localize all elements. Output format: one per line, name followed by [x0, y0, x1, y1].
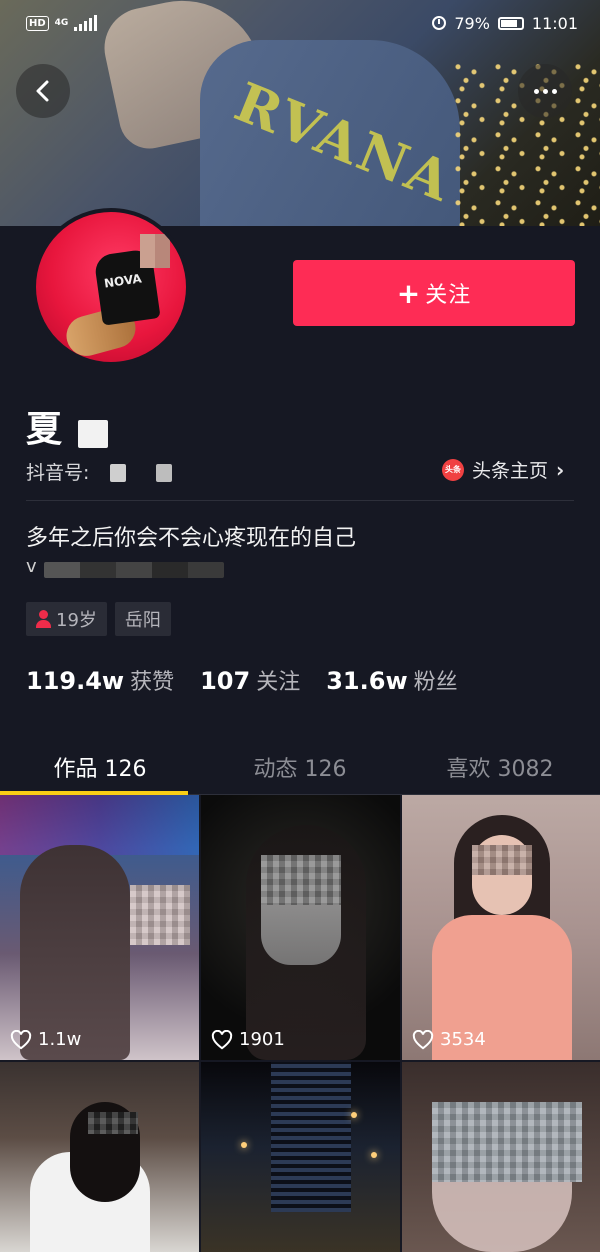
status-left: HD 4G [26, 15, 98, 31]
tag-age: 19岁 [26, 602, 107, 636]
stat-likes: 119.4w 获赞 [26, 664, 174, 696]
video-likes-count: 1.1w [38, 1029, 82, 1050]
video-likes: 1901 [211, 1029, 285, 1050]
video-thumbnail[interactable] [201, 1062, 400, 1252]
video-thumbnail[interactable] [0, 1062, 199, 1252]
status-right: 79% 11:01 [432, 14, 578, 33]
stat-followers-label: 粉丝 [413, 670, 458, 695]
video-grid: 1.1w 1901 3534 [0, 795, 600, 1252]
battery-percent: 79% [454, 13, 490, 33]
bio: 多年之后你会不会心疼现在的自己 [26, 526, 357, 551]
signal-icon [74, 15, 98, 31]
hd-badge: HD [26, 15, 49, 31]
back-button[interactable] [16, 64, 70, 118]
person-icon [36, 610, 51, 628]
bio-redaction [44, 562, 224, 578]
stat-likes-label: 获赞 [130, 670, 175, 695]
name-redaction [78, 420, 108, 448]
more-button[interactable] [518, 64, 572, 118]
thumb-lamp [371, 1152, 377, 1158]
video-likes-count: 1901 [239, 1029, 285, 1050]
avatar-mosaic [140, 234, 170, 268]
tag-list: 19岁 岳阳 [26, 602, 171, 636]
alarm-icon [432, 16, 447, 30]
thumb-mosaic [261, 855, 341, 905]
toutiao-label: 头条主页 [472, 460, 549, 482]
thumb-mosaic [130, 885, 190, 945]
avatar[interactable]: NOVA [32, 208, 190, 366]
video-thumbnail[interactable]: 1.1w [0, 795, 199, 1060]
heart-icon [211, 1029, 233, 1049]
chevron-right-icon: › [556, 457, 565, 482]
douyin-id-redaction [110, 464, 126, 482]
heart-icon [412, 1029, 434, 1049]
tab-works[interactable]: 作品 126 [0, 740, 200, 795]
thumb-mosaic [472, 845, 532, 875]
thumb-mosaic [432, 1102, 582, 1182]
chevron-left-icon [36, 80, 49, 102]
follow-button[interactable]: + 关注 [293, 260, 575, 326]
follow-label: 关注 [425, 283, 472, 308]
stat-followers[interactable]: 31.6w 粉丝 [326, 664, 457, 696]
stat-followers-value: 31.6w [326, 667, 408, 695]
toutiao-homepage-link[interactable]: 头条 头条主页 › [442, 456, 564, 483]
video-likes: 3534 [412, 1029, 486, 1050]
thumb-neon [0, 795, 199, 855]
tab-likes[interactable]: 喜欢 3082 [400, 740, 600, 794]
tab-activity[interactable]: 动态 126 [200, 740, 400, 794]
thumb-lamp [351, 1112, 357, 1118]
video-thumbnail[interactable] [402, 1062, 600, 1252]
stat-likes-value: 119.4w [26, 667, 125, 695]
video-likes-count: 3534 [440, 1029, 486, 1050]
douyin-id: 抖音号: [26, 458, 89, 485]
more-dots-icon [533, 88, 557, 94]
plus-icon: + [396, 276, 422, 310]
battery-icon [497, 16, 524, 30]
video-thumbnail[interactable]: 1901 [201, 795, 400, 1060]
douyin-id-redaction-2 [156, 464, 172, 482]
stat-following[interactable]: 107 关注 [200, 664, 300, 696]
video-likes: 1.1w [10, 1029, 81, 1050]
douyin-id-label: 抖音号: [26, 462, 90, 484]
profile-name: 夏 [26, 409, 63, 450]
stat-following-value: 107 [200, 667, 251, 695]
tab-bar: 作品 126 动态 126 喜欢 3082 [0, 740, 600, 795]
thumb-figure [20, 845, 130, 1060]
stats-row: 119.4w 获赞 107 关注 31.6w 粉丝 [26, 664, 458, 696]
tag-age-label: 19岁 [56, 610, 97, 631]
toutiao-icon: 头条 [442, 458, 464, 481]
tag-location: 岳阳 [114, 602, 171, 636]
heart-icon [10, 1029, 32, 1049]
network-type: 4G [54, 17, 69, 28]
status-bar: HD 4G 79% 11:01 [0, 0, 600, 46]
bio-line-2: v [26, 556, 37, 577]
thumb-lamp [241, 1142, 247, 1148]
stat-following-label: 关注 [256, 670, 301, 695]
thumb-mosaic [88, 1112, 138, 1134]
divider [26, 500, 574, 501]
clock: 11:01 [531, 13, 578, 33]
thumb-building [271, 1062, 351, 1212]
video-thumbnail[interactable]: 3534 [402, 795, 600, 1060]
tag-location-label: 岳阳 [124, 610, 161, 631]
